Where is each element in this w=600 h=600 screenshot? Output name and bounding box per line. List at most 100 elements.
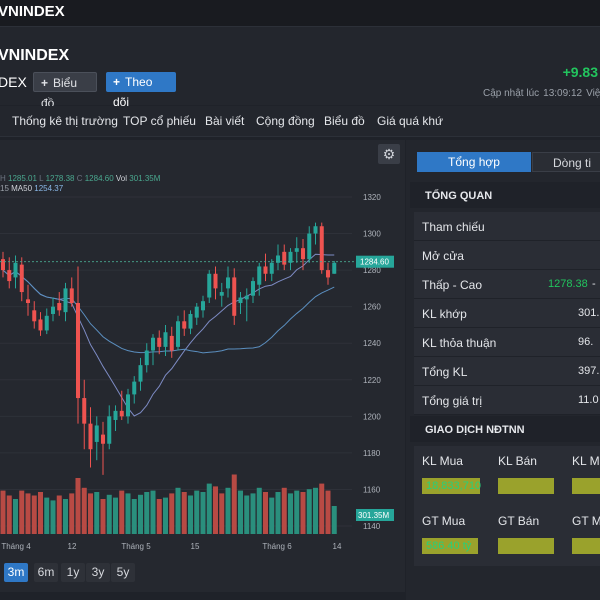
update-clock: 13:09:12 — [543, 88, 583, 99]
candle-body — [251, 281, 255, 296]
row-label: KL khớp — [422, 307, 467, 321]
legend-vol-label: Vol — [115, 174, 128, 183]
legend-ma-value: 1254.37 — [34, 184, 64, 193]
candle-body — [13, 262, 18, 278]
overview-row: KL thỏa thuận 96. — [414, 328, 600, 357]
foreign-value — [572, 478, 600, 494]
volume-bar — [19, 490, 25, 534]
volume-bar — [81, 487, 87, 534]
volume-bar — [213, 486, 218, 534]
volume-bar — [175, 487, 181, 534]
overview-row: KL khớp 301. — [414, 299, 600, 328]
nav-item-articles[interactable]: Bài viết — [205, 114, 244, 128]
foreign-label: GT Mua — [422, 514, 466, 528]
volume-bar — [300, 492, 306, 534]
candle-body — [132, 381, 137, 395]
candle-body — [44, 315, 49, 331]
candle-body — [1, 259, 5, 271]
volume-bar — [188, 495, 193, 534]
price-chart[interactable]: 1320130012801260124012201200118011601140… — [0, 140, 405, 560]
index-symbol: DEX — [0, 74, 27, 90]
candle-body — [163, 332, 168, 347]
foreign-value: 18,833,710 — [422, 478, 481, 494]
volume-bar — [38, 492, 43, 534]
overview-row: Tham chiếu — [414, 212, 600, 241]
y-tick-label: 1300 — [363, 230, 381, 239]
overview-row: Mở cửa — [414, 241, 600, 270]
range-3m[interactable]: 3m — [4, 563, 28, 582]
tab-cash-flow[interactable]: Dòng ti — [532, 152, 600, 172]
candle-body — [32, 310, 37, 322]
range-1y[interactable]: 1y — [61, 563, 85, 582]
y-tick-label: 1220 — [363, 376, 381, 385]
nav-item-price-history[interactable]: Giá quá khứ — [377, 114, 443, 128]
candle-body — [332, 262, 337, 274]
row-label: Mở cửa — [422, 249, 464, 263]
follow-button[interactable]: + Theo dõi — [106, 72, 176, 109]
volume-bar — [106, 494, 112, 534]
candle-body — [7, 270, 12, 282]
nav-item-chart[interactable]: Biểu đồ — [324, 114, 365, 128]
y-tick-label: 1180 — [363, 449, 381, 458]
y-tick-label: 1260 — [363, 303, 381, 312]
overview-row: Tổng giá trị 11.0 — [414, 386, 600, 415]
volume-bar — [94, 492, 100, 534]
last-volume-label: 301.35M — [358, 511, 389, 520]
foreign-value — [498, 538, 554, 554]
candle-body — [107, 416, 112, 444]
legend-close-label: C — [76, 174, 83, 183]
candle-body — [213, 273, 218, 289]
volume-bar — [69, 493, 75, 534]
volume-bar — [138, 494, 143, 534]
candle-body — [288, 251, 293, 263]
volume-bar — [63, 499, 68, 534]
nav-item-community[interactable]: Cộng đồng — [256, 114, 315, 128]
candle-body — [119, 410, 124, 417]
volume-bar — [219, 493, 225, 534]
x-tick-label: 14 — [333, 542, 342, 551]
candle-body — [269, 262, 274, 274]
legend-ma-label: MA50 — [11, 184, 33, 193]
nav-item-top-stocks[interactable]: TOP cổ phiếu — [123, 114, 196, 128]
volume-bar — [231, 474, 237, 534]
range-3y[interactable]: 3y — [86, 563, 110, 582]
row-value: 301. — [578, 307, 600, 319]
volume-bar — [100, 499, 106, 534]
chart-button[interactable]: + Biểu đồ — [33, 72, 97, 110]
row-value: 96. — [578, 336, 594, 348]
row-value: 11.0 — [578, 394, 599, 406]
top-bar: VNINDEX — [0, 0, 600, 27]
foreign-value — [572, 538, 600, 554]
candle-body — [326, 270, 330, 278]
volume-bar — [256, 487, 262, 534]
legend-prefix: 15 — [0, 184, 9, 193]
volume-bar — [288, 493, 293, 534]
legend-low: 1278.38 — [45, 174, 75, 183]
volume-bar — [163, 497, 168, 534]
range-6m[interactable]: 6m — [34, 563, 58, 582]
foreign-volume-row: KL Mua KL Bán KL Mu 18,833,710 — [414, 446, 600, 506]
volume-bar — [319, 483, 325, 534]
row-label: KL thỏa thuận — [422, 336, 497, 350]
candle-body — [144, 350, 149, 366]
y-tick-label: 1160 — [363, 485, 381, 494]
nav-item-market-stats[interactable]: Thống kê thị trường — [12, 114, 118, 128]
volume-bar — [88, 493, 93, 534]
candle-body — [207, 273, 212, 298]
plus-icon: + — [113, 75, 121, 89]
candle-body — [76, 303, 80, 399]
candle-body — [126, 394, 130, 417]
foreign-label: KL Mua — [422, 454, 463, 468]
candle-body — [294, 248, 299, 252]
row-label: Tham chiếu — [422, 220, 485, 234]
x-tick-label: Tháng 4 — [1, 542, 31, 551]
candle-body — [319, 226, 324, 271]
candle-body — [88, 423, 93, 450]
candle-body — [101, 434, 105, 444]
gear-icon[interactable]: ⚙ — [378, 144, 400, 164]
foreign-label: GT Mu — [572, 514, 600, 528]
update-time: Cập nhật lúc13:09:12Việt N — [479, 88, 600, 99]
tab-summary[interactable]: Tổng hợp — [417, 152, 531, 172]
row-value-separator: - — [592, 278, 596, 290]
range-5y[interactable]: 5y — [111, 563, 135, 582]
